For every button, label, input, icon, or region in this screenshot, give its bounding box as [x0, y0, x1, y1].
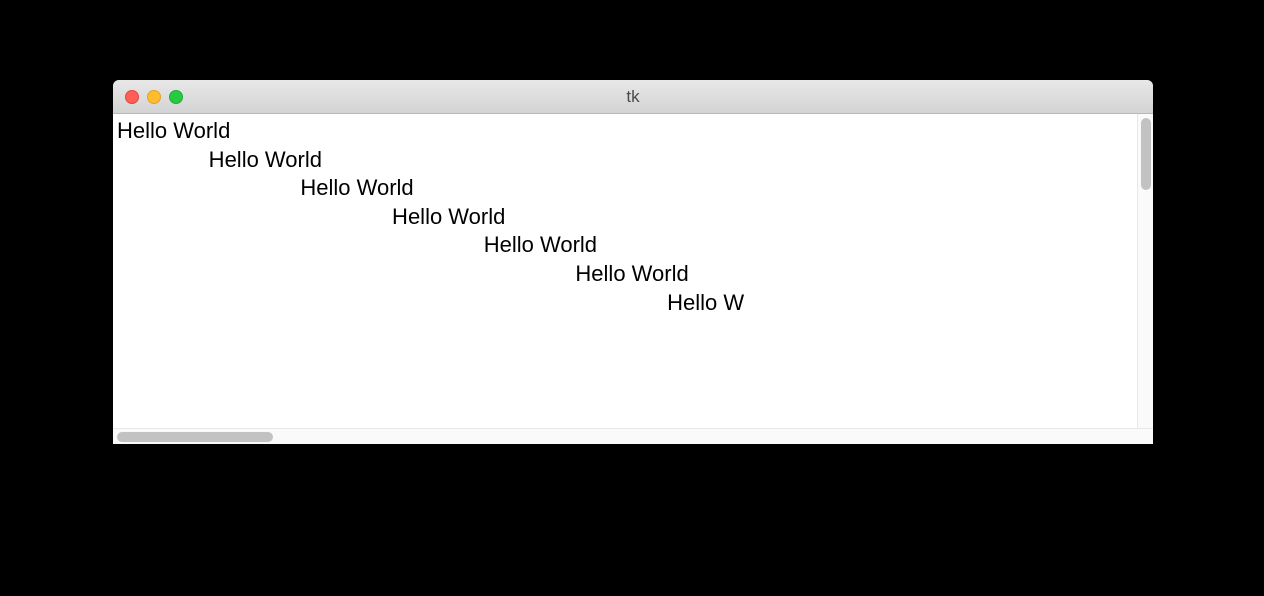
text-line: Hello World — [117, 231, 1133, 260]
text-line: Hello World — [117, 203, 1133, 232]
text-line: Hello World — [117, 146, 1133, 175]
zoom-icon[interactable] — [169, 90, 183, 104]
titlebar[interactable]: tk — [113, 80, 1153, 114]
traffic-lights — [113, 90, 183, 104]
horizontal-scrollbar-thumb[interactable] — [117, 432, 273, 442]
window-title: tk — [113, 87, 1153, 107]
vertical-scrollbar-thumb[interactable] — [1141, 118, 1151, 190]
text-line: Hello World — [117, 174, 1133, 203]
minimize-icon[interactable] — [147, 90, 161, 104]
text-line: Hello World — [117, 117, 1133, 146]
app-window: tk Hello World Hello World Hello World H… — [113, 80, 1153, 444]
content-area: Hello World Hello World Hello World Hell… — [113, 114, 1153, 428]
text-line: Hello W — [117, 289, 1133, 318]
text-widget[interactable]: Hello World Hello World Hello World Hell… — [113, 114, 1137, 428]
vertical-scrollbar[interactable] — [1137, 114, 1153, 428]
horizontal-scrollbar[interactable] — [113, 428, 1153, 444]
text-line: Hello World — [117, 260, 1133, 289]
close-icon[interactable] — [125, 90, 139, 104]
